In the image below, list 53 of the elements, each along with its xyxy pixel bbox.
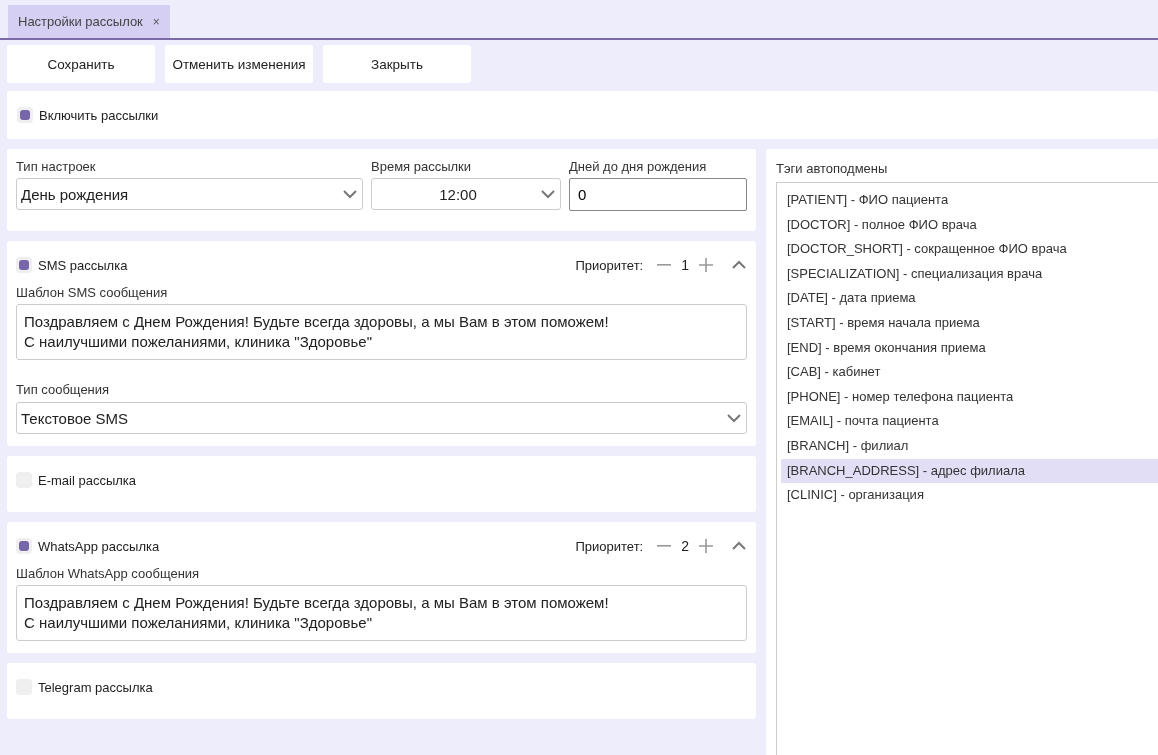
toolbar-button[interactable]: Сохранить [7, 45, 155, 83]
template-field[interactable]: Поздравляем с Днем Рождения! Будьте всегда здоровы, а мы Вам в этом поможем! С наилучшими пожеланиями, клиника "Здоровье" [16, 585, 747, 641]
list-item[interactable]: [PHONE] - номер телефона пациента [781, 384, 1158, 410]
priority-label: Приоритет: [575, 538, 644, 554]
chevron-down-icon[interactable] [342, 189, 358, 199]
field-label: Тип настроек [16, 159, 97, 174]
checkbox-label: E-mail рассылка [38, 472, 137, 488]
field-label: Время рассылки [371, 159, 473, 174]
list-item[interactable]: [BRANCH] - филиал [781, 433, 1158, 459]
priority-label: Приоритет: [575, 257, 644, 273]
list-item[interactable]: [CAB] - кабинет [781, 360, 1158, 385]
minus-icon[interactable] [657, 544, 672, 548]
toolbar-button[interactable]: Отменить изменения [165, 45, 313, 83]
list-item[interactable]: [END] - время окончания приема [781, 335, 1158, 361]
list-item[interactable]: [CLINIC] - организация [781, 483, 1158, 508]
checkbox[interactable] [17, 107, 33, 123]
dropdown[interactable]: 12:00 [371, 178, 561, 210]
input-field[interactable]: 0 [569, 178, 747, 211]
tab[interactable]: Настройки рассылок × [8, 5, 170, 38]
toolbar-button[interactable]: Закрыть [323, 45, 471, 83]
checkbox-label: SMS рассылка [38, 257, 128, 273]
checkbox[interactable] [16, 538, 32, 554]
dropdown[interactable]: Текстовое SMS [16, 402, 747, 434]
chevron-up-icon[interactable] [731, 260, 747, 270]
list-item[interactable]: [DATE] - дата приема [781, 286, 1158, 311]
field-label: Тип сообщения [16, 382, 111, 397]
checkbox-label: Включить рассылки [39, 107, 159, 123]
tab-label: Настройки рассылок [18, 14, 143, 29]
list-item[interactable]: [PATIENT] - ФИО пациента [781, 188, 1158, 213]
template-field[interactable]: Поздравляем с Днем Рождения! Будьте всегда здоровы, а мы Вам в этом поможем! С наилучшими пожеланиями, клиника "Здоровье" [16, 304, 747, 360]
dropdown[interactable]: День рождения [16, 178, 363, 210]
checkbox-label: WhatsApp рассылка [38, 538, 160, 554]
plus-icon[interactable] [699, 539, 713, 553]
field-label: Шаблон SMS сообщения [16, 285, 169, 300]
plus-icon[interactable] [699, 258, 713, 272]
chevron-up-icon[interactable] [731, 541, 747, 551]
checkbox[interactable] [16, 257, 32, 273]
list-item[interactable]: [EMAIL] - почта пациента [781, 409, 1158, 434]
list-item[interactable]: [SPECIALIZATION] - специализация врача [781, 261, 1158, 287]
field-label: Шаблон WhatsApp сообщения [16, 566, 201, 581]
close-icon[interactable]: × [152, 14, 160, 29]
priority-value: 2 [681, 538, 689, 554]
list-item[interactable]: [DOCTOR] - полное ФИО врача [781, 212, 1158, 238]
field-label: Дней до дня рождения [569, 159, 708, 174]
list-item[interactable]: [START] - время начала приема [781, 310, 1158, 336]
chevron-down-icon[interactable] [540, 189, 556, 199]
panel-title: Тэги автоподмены [776, 161, 889, 176]
list-item[interactable]: [BRANCH_ADDRESS] - адрес филиала [781, 458, 1158, 484]
list-item[interactable]: [DOCTOR_SHORT] - сокращенное ФИО врача [781, 237, 1158, 262]
priority-value: 1 [681, 257, 689, 273]
checkbox-label: Telegram рассылка [38, 679, 153, 695]
chevron-down-icon[interactable] [726, 413, 742, 423]
minus-icon[interactable] [657, 263, 672, 267]
